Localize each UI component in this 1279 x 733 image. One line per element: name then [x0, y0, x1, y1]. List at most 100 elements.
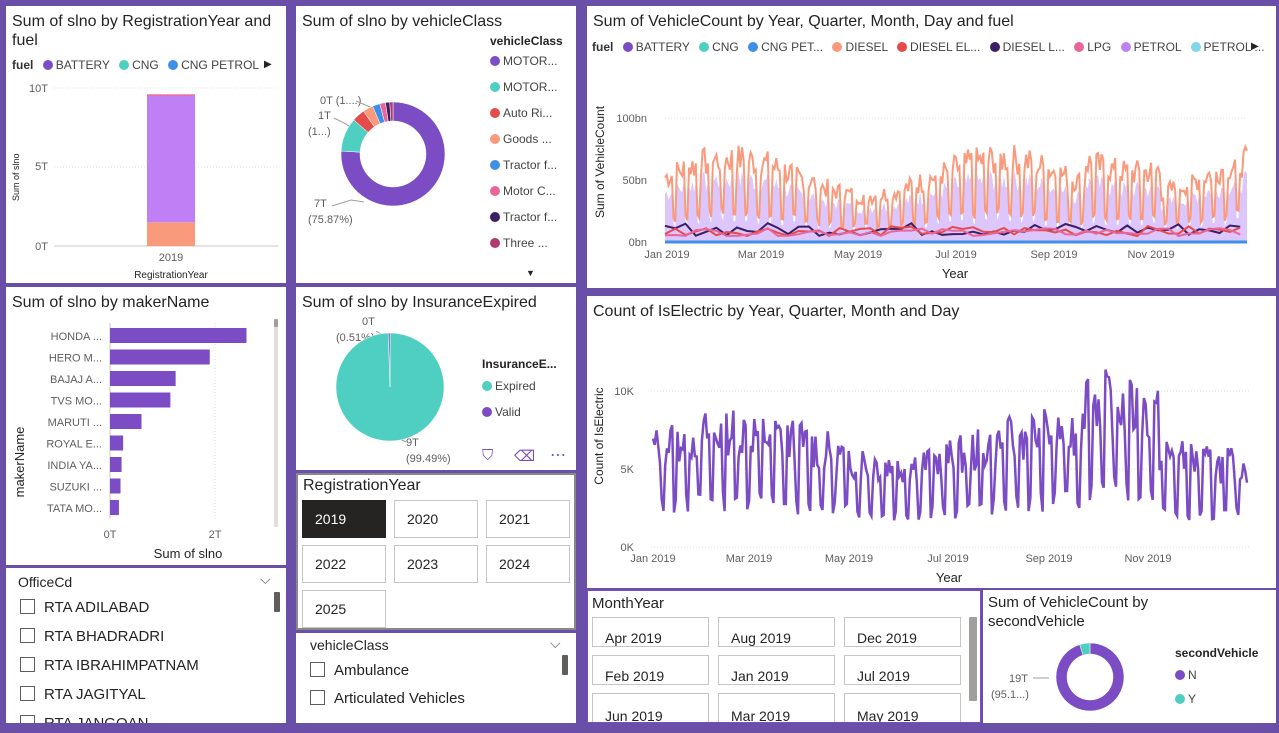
tile-2019[interactable]: 2019	[302, 500, 386, 538]
y-tick-label: 0T	[35, 241, 48, 253]
scrollbar-thumb[interactable]	[274, 319, 278, 327]
scrollbar-thumb[interactable]	[969, 617, 977, 701]
scrollbar-thumb[interactable]	[274, 592, 280, 612]
tile-2022[interactable]: 2022	[302, 545, 386, 583]
slicer-item-label: Ambulance	[334, 662, 410, 679]
maker-bar	[110, 349, 210, 365]
data-label: (1...)	[308, 126, 331, 138]
legend-dot	[482, 407, 492, 417]
eraser-icon[interactable]: ⌫	[514, 447, 535, 465]
tile-month[interactable]: May 2019	[844, 693, 961, 722]
legend-item[interactable]: Auto Ri...	[484, 106, 552, 120]
tile-2025[interactable]: 2025	[302, 590, 386, 628]
slicer-item[interactable]: Articulated Vehicles	[310, 690, 465, 707]
y-tick-label: SUZUKI ...	[49, 482, 102, 494]
tile-month[interactable]: Jul 2019	[844, 655, 961, 685]
checkbox[interactable]	[20, 628, 35, 643]
tile-month[interactable]: Jan 2019	[718, 655, 835, 685]
tile-2020[interactable]: 2020	[394, 500, 478, 538]
legend-item-label: Expired	[495, 379, 536, 393]
tile-month[interactable]: Dec 2019	[844, 617, 961, 647]
x-tick-label: Sep 2019	[1025, 553, 1072, 565]
legend-item[interactable]: Tractor f...	[484, 210, 557, 224]
slicer-officecd: OfficeCd ⌵ RTA ADILABAD RTA BHADRADRI RT…	[6, 568, 286, 723]
scrollbar[interactable]	[274, 319, 278, 527]
y-tick-label: 5T	[35, 161, 48, 173]
legend-dot	[490, 160, 500, 170]
panel-iselectric-line: Count of IsElectric by Year, Quarter, Mo…	[587, 296, 1276, 588]
slicer-item[interactable]: Ambulance	[310, 662, 409, 679]
bar-segment-petrol	[147, 95, 195, 223]
slicer-item[interactable]: RTA JANGOAN	[20, 715, 148, 723]
tile-month[interactable]: Aug 2019	[718, 617, 835, 647]
y-tick-label: 50bn	[623, 175, 647, 187]
y-tick-label: 10T	[29, 83, 48, 95]
legend-item[interactable]: Three ...	[484, 236, 548, 250]
checkbox[interactable]	[310, 662, 325, 677]
checkbox[interactable]	[20, 715, 35, 723]
legend-dot	[490, 212, 500, 222]
chevron-down-icon[interactable]: ⌵	[550, 635, 561, 652]
legend-item-label: Auto Ri...	[503, 106, 553, 120]
x-tick-label: 2T	[209, 529, 222, 541]
x-tick-label: Jul 2019	[935, 249, 977, 261]
y-tick-label: HERO M...	[49, 353, 102, 365]
tile-month[interactable]: Apr 2019	[592, 617, 709, 647]
checkbox[interactable]	[20, 657, 35, 672]
y-tick-label: TATA MO...	[47, 503, 102, 515]
legend-item-label: N	[1188, 668, 1197, 682]
data-label: 7T	[314, 198, 327, 210]
legend-item-label: MOTOR...	[503, 54, 558, 68]
tile-2024[interactable]: 2024	[486, 545, 570, 583]
legend-item[interactable]: Expired	[476, 379, 536, 393]
filter-icon[interactable]: ⛉	[482, 447, 493, 464]
checkbox[interactable]	[20, 599, 35, 614]
legend-item[interactable]: Valid	[476, 405, 521, 419]
legend-item[interactable]: Tractor f...	[484, 158, 557, 172]
slicer-item[interactable]: RTA ADILABAD	[20, 599, 149, 616]
more-options-icon[interactable]: ⋯	[550, 445, 567, 465]
x-tick-label: 0T	[104, 529, 117, 541]
slicer-item[interactable]: RTA IBRAHIMPATNAM	[20, 657, 199, 674]
maker-bar	[110, 392, 171, 408]
tile-month[interactable]: Mar 2019	[718, 693, 835, 722]
legend-dot	[482, 381, 492, 391]
legend-item[interactable]: N	[1169, 668, 1197, 682]
chevron-down-icon[interactable]: ⌵	[260, 571, 271, 588]
caret-down-icon[interactable]: ▼	[526, 268, 535, 278]
legend-dot	[1175, 694, 1185, 704]
vehiclecount-line-chart: 100bn 50bn 0bn Jan 2019 Mar 2019 May 201…	[593, 105, 1248, 281]
data-label: 1T	[318, 110, 331, 122]
x-axis-title: RegistrationYear	[134, 270, 208, 281]
checkbox[interactable]	[20, 686, 35, 701]
scrollbar-thumb[interactable]	[562, 655, 568, 675]
data-label: (95.1...)	[991, 689, 1029, 701]
legend-item[interactable]: Goods ...	[484, 132, 552, 146]
y-tick-label: INDIA YA...	[47, 460, 102, 472]
legend-item[interactable]: Motor C...	[484, 184, 556, 198]
legend-item[interactable]: Y	[1169, 692, 1196, 706]
panel-regyear-fuel: Sum of slno by RegistrationYear and fuel…	[6, 6, 286, 283]
legend-item[interactable]: MOTOR...	[484, 80, 557, 94]
x-tick-label: May 2019	[834, 249, 882, 261]
tile-2021[interactable]: 2021	[486, 500, 570, 538]
y-tick-label: HONDA ...	[51, 331, 102, 343]
slicer-vehicleclass: vehicleClass ⌵ Ambulance Articulated Veh…	[296, 633, 576, 723]
slicer-item[interactable]: RTA JAGITYAL	[20, 686, 146, 703]
tile-2023[interactable]: 2023	[394, 545, 478, 583]
tile-month[interactable]: Feb 2019	[592, 655, 709, 685]
y-axis-title: Sum of VehicleCount	[593, 105, 607, 218]
x-tick-label: May 2019	[825, 553, 873, 565]
y-axis-title: Sum of slno	[11, 153, 21, 201]
checkbox[interactable]	[310, 690, 325, 705]
y-axis-title: Count of IsElectric	[592, 387, 606, 484]
slicer-item[interactable]: RTA BHADRADRI	[20, 628, 164, 645]
panel-vehiclecount-line: Sum of VehicleCount by Year, Quarter, Mo…	[587, 6, 1276, 288]
x-tick-label: 2019	[159, 252, 183, 264]
panel-maker: Sum of slno by makerName 0T 2T Sum of sl…	[6, 287, 286, 565]
legend-dot	[490, 186, 500, 196]
legend-dot	[1175, 670, 1185, 680]
legend-item[interactable]: MOTOR...	[484, 54, 557, 68]
x-axis-title: Year	[936, 570, 963, 585]
tile-month[interactable]: Jun 2019	[592, 693, 709, 722]
